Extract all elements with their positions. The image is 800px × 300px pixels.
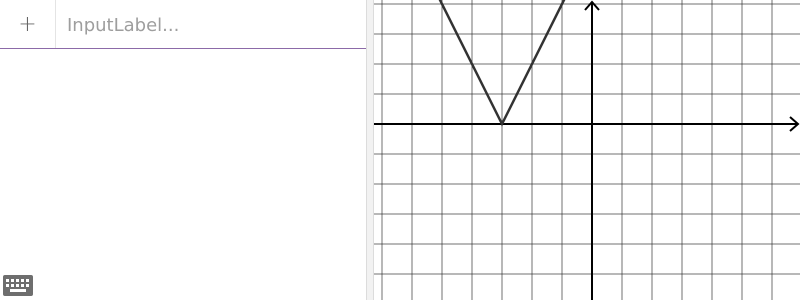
- add-button[interactable]: +: [0, 0, 56, 48]
- graph-canvas[interactable]: [374, 0, 800, 300]
- algebra-panel: +: [0, 0, 366, 300]
- plus-icon: +: [18, 11, 37, 37]
- keyboard-button[interactable]: [3, 275, 33, 296]
- algebra-input-row: +: [0, 0, 366, 49]
- graphics-view[interactable]: [374, 0, 800, 300]
- panel-splitter[interactable]: [366, 0, 374, 300]
- algebra-input[interactable]: [67, 12, 357, 38]
- keyboard-icon: [3, 275, 33, 296]
